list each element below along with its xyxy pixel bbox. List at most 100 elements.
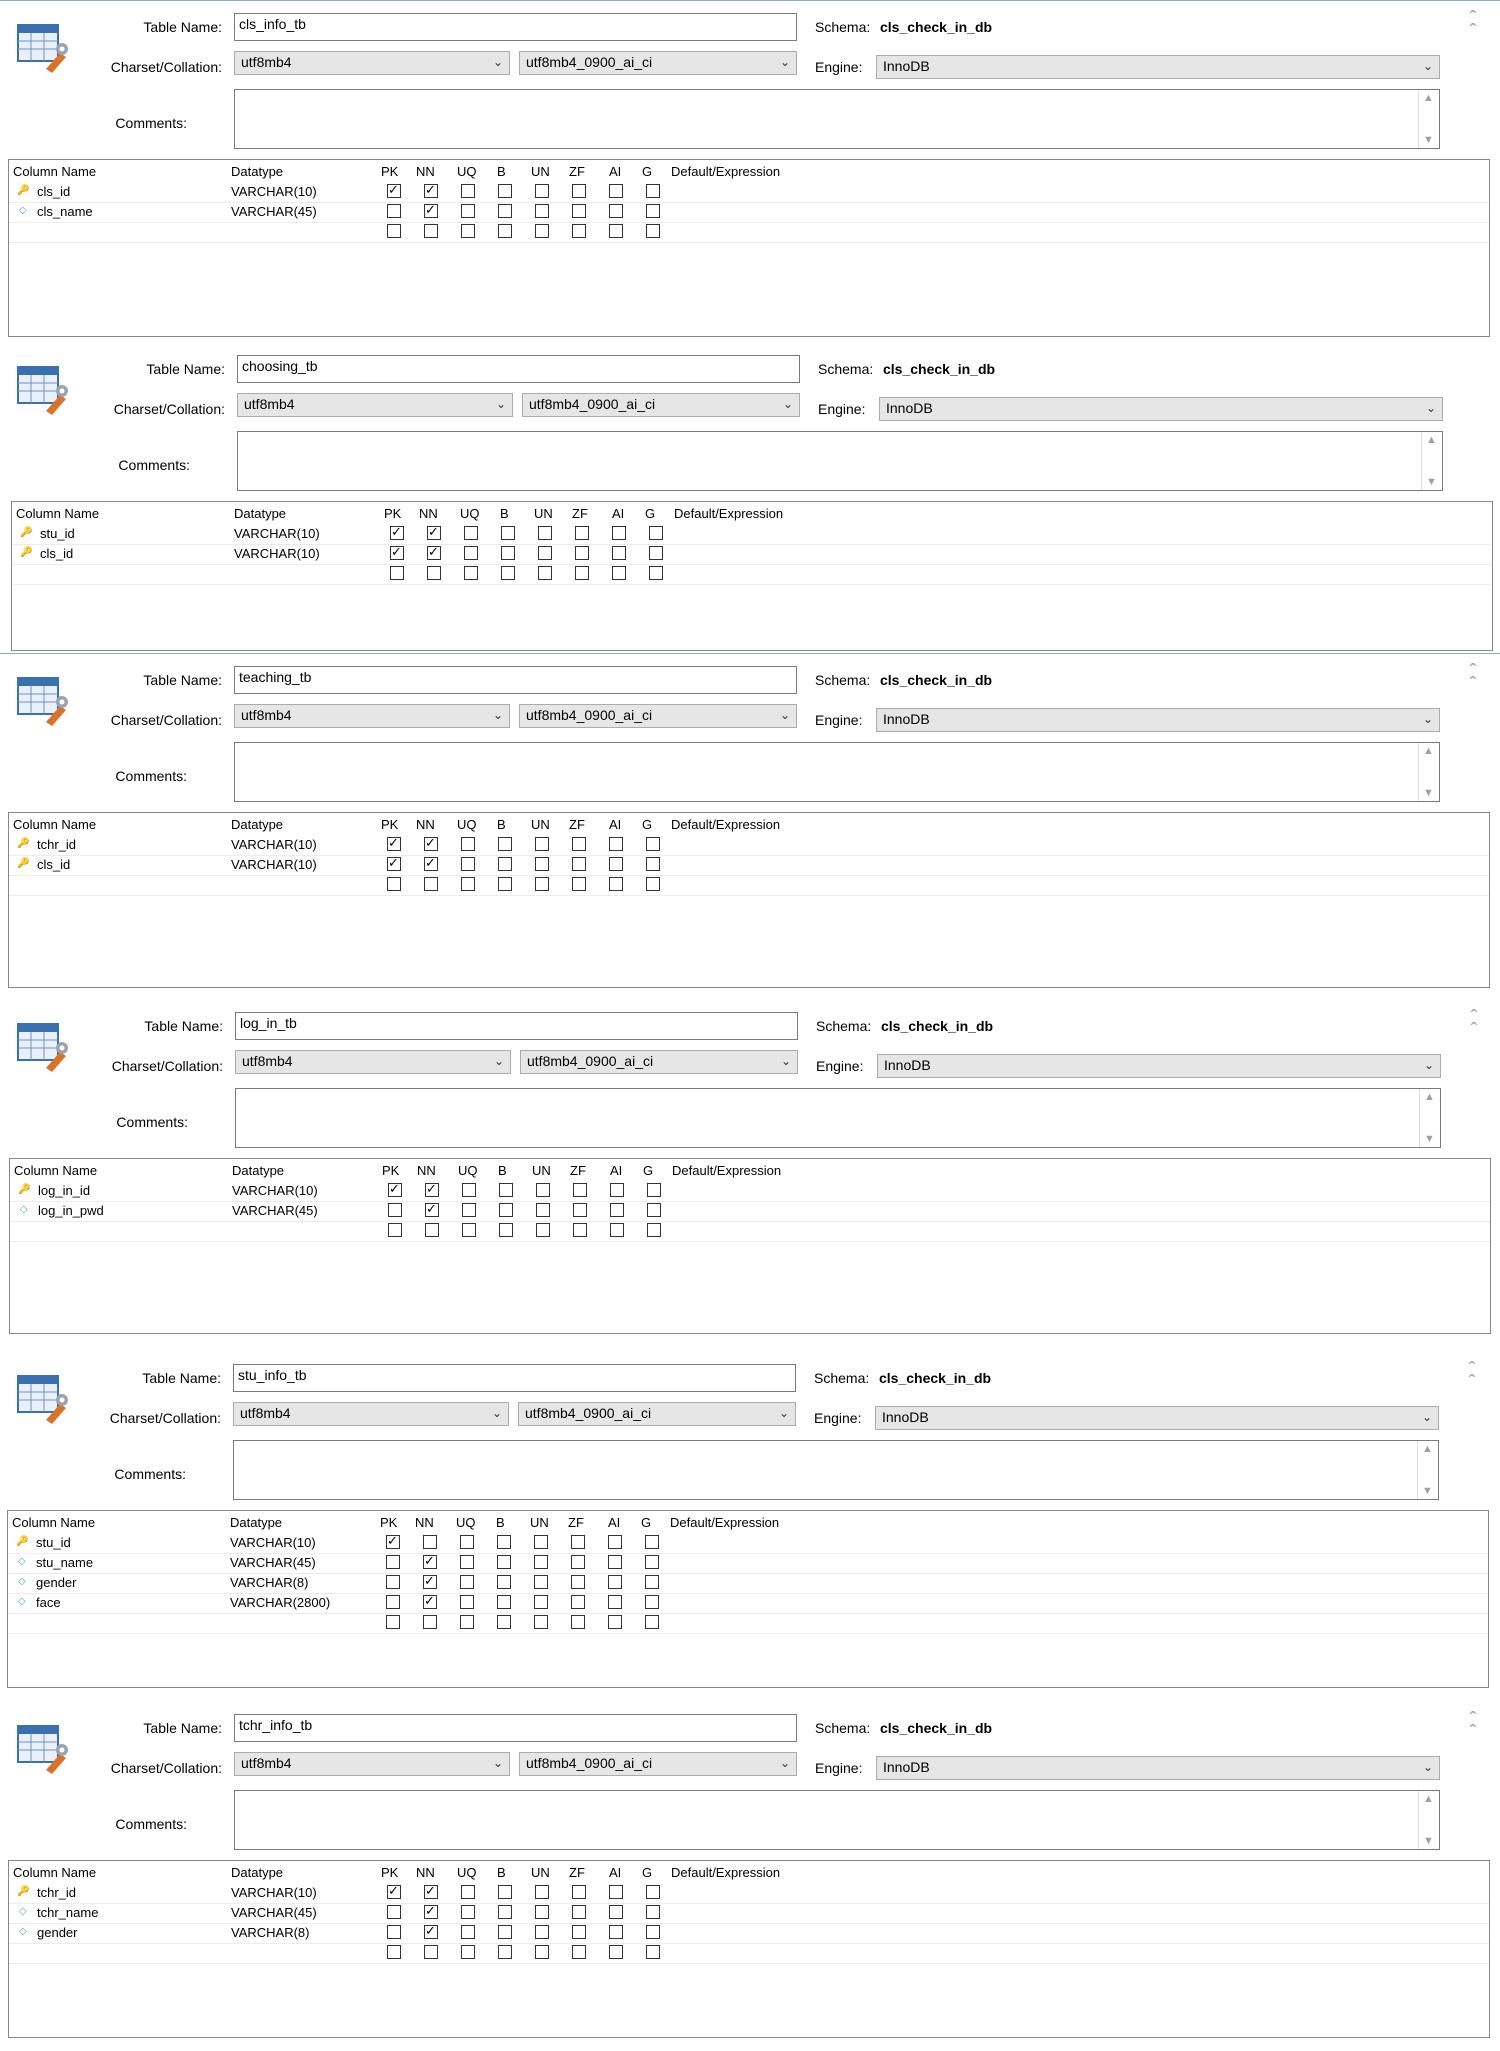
uq-checkbox[interactable] (461, 184, 475, 198)
un-checkbox[interactable] (535, 184, 549, 198)
b-checkbox[interactable] (497, 1595, 511, 1609)
un-checkbox[interactable] (535, 1945, 549, 1959)
table-row-new[interactable] (9, 875, 1489, 896)
pk-checkbox[interactable] (390, 524, 404, 540)
zf-checkbox[interactable] (572, 184, 586, 198)
scroll-down-icon[interactable]: ▼ (1426, 476, 1437, 488)
un-checkbox[interactable] (535, 224, 549, 238)
pk-checkbox[interactable] (387, 224, 401, 238)
pk-checkbox[interactable] (386, 1575, 400, 1589)
column-header[interactable]: B (497, 164, 506, 179)
datatype-cell[interactable]: VARCHAR(10) (231, 1885, 317, 1900)
column-header[interactable]: Datatype (231, 164, 283, 179)
uq-checkbox[interactable] (460, 1575, 474, 1589)
nn-checkbox[interactable] (425, 1201, 439, 1217)
uq-checkbox[interactable] (460, 1595, 474, 1609)
collation-select[interactable]: utf8mb4_0900_ai_ci ⌄ (519, 51, 797, 75)
pk-checkbox[interactable] (386, 1533, 400, 1549)
scroll-up-icon[interactable]: ▲ (1426, 434, 1437, 446)
datatype-cell[interactable]: VARCHAR(45) (231, 1905, 317, 1920)
uq-checkbox[interactable] (461, 877, 475, 891)
g-checkbox[interactable] (645, 1615, 659, 1629)
nn-checkbox[interactable] (424, 1903, 438, 1919)
table-row[interactable]: 🔑 tchr_id VARCHAR(10) (9, 835, 1489, 856)
zf-checkbox[interactable] (573, 1223, 587, 1237)
column-header[interactable]: Column Name (13, 817, 96, 832)
column-header[interactable]: Default/Expression (671, 164, 780, 179)
column-header[interactable]: PK (380, 1515, 397, 1530)
g-checkbox[interactable] (649, 526, 663, 540)
collation-select[interactable]: utf8mb4_0900_ai_ci ⌄ (519, 704, 797, 728)
uq-checkbox[interactable] (460, 1535, 474, 1549)
column-header[interactable]: AI (612, 506, 624, 521)
pk-checkbox[interactable] (388, 1203, 402, 1217)
column-header[interactable]: Datatype (230, 1515, 282, 1530)
column-name-cell[interactable]: stu_name (36, 1555, 93, 1570)
un-checkbox[interactable] (535, 1905, 549, 1919)
g-checkbox[interactable] (646, 877, 660, 891)
g-checkbox[interactable] (646, 204, 660, 218)
datatype-cell[interactable]: VARCHAR(45) (231, 204, 317, 219)
scroll-down-icon[interactable]: ▼ (1423, 134, 1434, 146)
table-name-input[interactable]: log_in_tb (235, 1012, 798, 1040)
column-name-cell[interactable]: log_in_id (38, 1183, 90, 1198)
g-checkbox[interactable] (646, 1945, 660, 1959)
ai-checkbox[interactable] (608, 1595, 622, 1609)
comments-textarea[interactable]: ▲ ▼ (237, 431, 1443, 491)
collation-select[interactable]: utf8mb4_0900_ai_ci ⌄ (519, 1752, 797, 1776)
column-header[interactable]: Default/Expression (671, 817, 780, 832)
scroll-down-icon[interactable]: ▼ (1423, 1835, 1434, 1847)
ai-checkbox[interactable] (610, 1183, 624, 1197)
g-checkbox[interactable] (645, 1595, 659, 1609)
comments-textarea[interactable]: ▲ ▼ (234, 89, 1440, 149)
nn-checkbox[interactable] (424, 1945, 438, 1959)
nn-checkbox[interactable] (425, 1181, 439, 1197)
g-checkbox[interactable] (645, 1575, 659, 1589)
column-header[interactable]: ZF (569, 817, 585, 832)
ai-checkbox[interactable] (612, 526, 626, 540)
scroll-down-icon[interactable]: ▼ (1422, 1485, 1433, 1497)
un-checkbox[interactable] (535, 877, 549, 891)
table-row[interactable]: ◇ log_in_pwd VARCHAR(45) (10, 1201, 1490, 1222)
column-header[interactable]: Datatype (232, 1163, 284, 1178)
ai-checkbox[interactable] (609, 877, 623, 891)
collapse-chevrons-icon[interactable]: ˆˆ (1460, 9, 1486, 42)
g-checkbox[interactable] (647, 1183, 661, 1197)
table-row-new[interactable] (12, 564, 1492, 585)
nn-checkbox[interactable] (424, 224, 438, 238)
column-header[interactable]: UQ (460, 506, 480, 521)
zf-checkbox[interactable] (572, 1945, 586, 1959)
nn-checkbox[interactable] (425, 1223, 439, 1237)
column-name-cell[interactable]: gender (37, 1925, 77, 1940)
comments-scrollbar[interactable]: ▲ ▼ (1418, 90, 1439, 148)
pk-checkbox[interactable] (386, 1595, 400, 1609)
ai-checkbox[interactable] (612, 546, 626, 560)
column-header[interactable]: G (642, 164, 652, 179)
nn-checkbox[interactable] (424, 1883, 438, 1899)
collation-select[interactable]: utf8mb4_0900_ai_ci ⌄ (522, 393, 800, 417)
collation-select[interactable]: utf8mb4_0900_ai_ci ⌄ (518, 1402, 796, 1426)
table-row-new[interactable] (8, 1613, 1488, 1634)
scroll-up-icon[interactable]: ▲ (1423, 745, 1434, 757)
scroll-up-icon[interactable]: ▲ (1423, 92, 1434, 104)
datatype-cell[interactable]: VARCHAR(8) (230, 1575, 309, 1590)
uq-checkbox[interactable] (461, 1925, 475, 1939)
scroll-down-icon[interactable]: ▼ (1423, 787, 1434, 799)
column-header[interactable]: UQ (457, 817, 477, 832)
ai-checkbox[interactable] (609, 1945, 623, 1959)
scroll-down-icon[interactable]: ▼ (1424, 1133, 1435, 1145)
g-checkbox[interactable] (646, 1885, 660, 1899)
ai-checkbox[interactable] (610, 1203, 624, 1217)
engine-select[interactable]: InnoDB ⌄ (876, 1756, 1440, 1780)
column-header[interactable]: ZF (570, 1163, 586, 1178)
column-header[interactable]: Column Name (16, 506, 99, 521)
column-header[interactable]: NN (416, 817, 435, 832)
column-name-cell[interactable]: stu_id (40, 526, 75, 541)
ai-checkbox[interactable] (608, 1575, 622, 1589)
uq-checkbox[interactable] (461, 1945, 475, 1959)
zf-checkbox[interactable] (575, 546, 589, 560)
ai-checkbox[interactable] (609, 1905, 623, 1919)
table-row[interactable]: ◇ cls_name VARCHAR(45) (9, 202, 1489, 223)
charset-select[interactable]: utf8mb4 ⌄ (237, 393, 513, 417)
uq-checkbox[interactable] (461, 204, 475, 218)
